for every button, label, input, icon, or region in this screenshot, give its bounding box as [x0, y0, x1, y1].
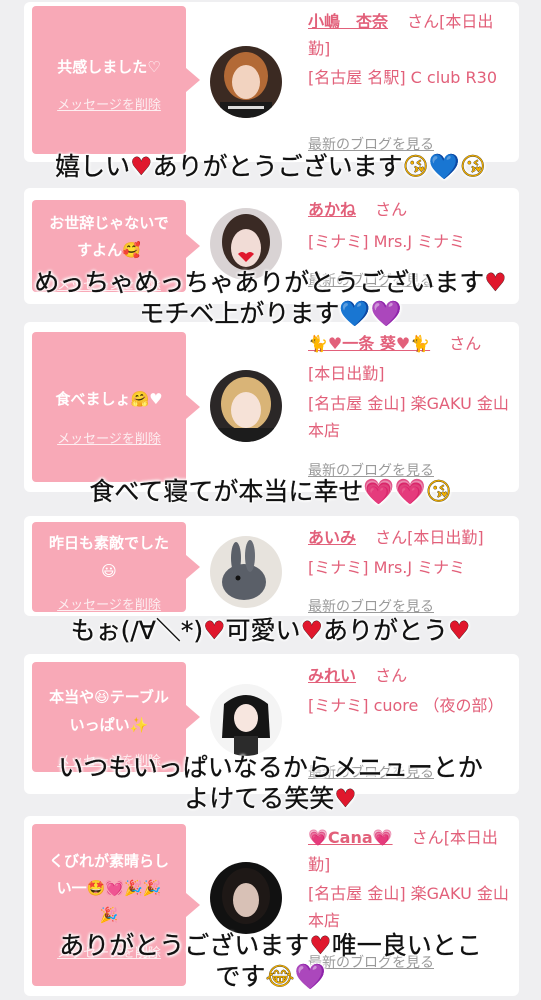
avatar[interactable] [210, 46, 282, 118]
message-card: 共感しました♡ メッセージを削除 小嶋 杏奈 さん[本日出勤] [名古屋 名駅]… [24, 2, 519, 162]
shop-name: [ミナミ] Mrs.J ミナミ [308, 232, 466, 251]
message-text: 食べましょ🤗♥ [55, 390, 163, 408]
message-text-line-2: 😃 [101, 562, 117, 580]
shop-name: [名古屋 金山] 楽GAKU 金山本店 [308, 884, 509, 930]
message-text-line-1: お世辞じゃないで [49, 214, 169, 232]
message-text-line-3: 🎉 [99, 906, 119, 924]
shop-name: [ミナミ] cuore （夜の部） [308, 696, 504, 715]
cast-name-link[interactable]: 💗Cana💗 [308, 828, 393, 847]
purple-heart-icon: 💜 [294, 962, 326, 991]
red-heart-icon: ♥ [203, 616, 226, 645]
caption: いつもいっぱいなるからメニューとか よけてる笑笑♥ [58, 753, 483, 813]
san-suffix: さん [449, 334, 482, 353]
message-text-line-1: くびれが素晴らし [48, 852, 169, 870]
cast-name-line: みれい さん [308, 662, 513, 689]
cast-name-link[interactable]: あかね [308, 200, 356, 219]
message-text-line-2: い一🤩💓🎉🎉 [56, 879, 162, 897]
san-suffix: さん [375, 200, 408, 219]
avatar[interactable] [210, 370, 282, 442]
today-badge: [本日出勤] [407, 528, 484, 547]
cast-name-line: あいみ さん[本日出勤] [308, 524, 513, 551]
kiss-face-icon: 😘 [425, 477, 452, 506]
san-suffix: さん [407, 12, 440, 31]
pink-heart-icon: 💗 [363, 477, 395, 506]
cast-name-line: 🐈♥一条 葵♥🐈 さん [308, 330, 513, 357]
shop-name: [名古屋 金山] 楽GAKU 金山本店 [308, 394, 509, 440]
screenshot-root: { "cards": [ { "bubble_lines": ["共感しました♡… [0, 0, 541, 1000]
avatar[interactable] [210, 536, 282, 608]
san-suffix: さん [411, 828, 444, 847]
kiss-face-icon: 😘 [402, 152, 429, 181]
message-card: 食べましょ🤗♥ メッセージを削除 🐈♥一条 葵♥🐈 さん [本日出勤] [名古屋… [24, 322, 519, 492]
message-text-line-2: いっぱい✨ [69, 716, 149, 734]
cast-name-line: 💗Cana💗 さん[本日出勤] [308, 824, 513, 878]
caption: 嬉しい♥ありがとうございます😘💙😘 [55, 152, 486, 181]
cast-name-link[interactable]: 🐈♥一条 葵♥🐈 [308, 334, 430, 353]
message-bubble: 食べましょ🤗♥ メッセージを削除 [32, 332, 200, 482]
latest-blog-link[interactable]: 最新のブログを見る [308, 596, 434, 616]
message-text-line-1: 本当や😆テーブル [49, 688, 169, 706]
san-suffix: さん [375, 666, 408, 685]
avatar[interactable] [210, 684, 282, 756]
cast-name-line: 小嶋 杏奈 さん[本日出勤] [308, 8, 513, 62]
delete-message-link[interactable]: メッセージを削除 [32, 428, 186, 447]
avatar[interactable] [210, 862, 282, 934]
message-text: 共感しました♡ [57, 58, 161, 76]
red-heart-icon: ♥ [309, 931, 332, 960]
red-heart-icon: ♥ [448, 616, 471, 645]
message-text-line-1: 昨日も素敵でした [48, 534, 169, 552]
cast-name-link[interactable]: みれい [308, 666, 356, 685]
caption: 食べて寝てが本当に幸せ💗💗😘 [89, 477, 452, 506]
shop-name: [ミナミ] Mrs.J ミナミ [308, 558, 466, 577]
purple-heart-icon: 💜 [370, 299, 402, 328]
message-text-line-2: すよん🥰 [77, 241, 141, 259]
red-heart-icon: ♥ [130, 152, 153, 181]
delete-message-link[interactable]: メッセージを削除 [32, 94, 186, 113]
cast-name-link[interactable]: 小嶋 杏奈 [308, 12, 388, 31]
kiss-face-icon: 😘 [459, 152, 486, 181]
delete-message-link[interactable]: メッセージを削除 [32, 594, 186, 613]
cast-name-line: あかね さん [308, 196, 513, 223]
cast-name-link[interactable]: あいみ [308, 528, 356, 547]
blue-heart-icon: 💙 [428, 152, 460, 181]
caption: もぉ(/∀＼*)♥可愛い♥ありがとう♥ [70, 616, 471, 645]
caption: ありがとうございます♥唯一良いとこ です😂💜 [59, 931, 482, 991]
red-heart-icon: ♥ [484, 268, 507, 297]
blue-heart-icon: 💙 [339, 299, 371, 328]
shop-name: [名古屋 名駅] C club R30 [308, 68, 498, 87]
san-suffix: さん [375, 528, 408, 547]
pink-heart-icon: 💗 [394, 477, 426, 506]
red-heart-icon: ♥ [334, 784, 357, 813]
caption: めっちゃめっちゃありがとうございます♥ モチベ上がります💙💜 [34, 268, 507, 328]
today-badge: [本日出勤] [308, 364, 385, 383]
red-heart-icon: ♥ [300, 616, 323, 645]
message-bubble: 昨日も素敵でした 😃 メッセージを削除 [32, 522, 200, 613]
laughing-face-icon: 😂 [265, 962, 295, 991]
message-bubble: 共感しました♡ メッセージを削除 [32, 6, 200, 154]
message-card: 昨日も素敵でした 😃 メッセージを削除 あいみ さん[本日出勤] [ミナミ] M… [24, 516, 519, 616]
